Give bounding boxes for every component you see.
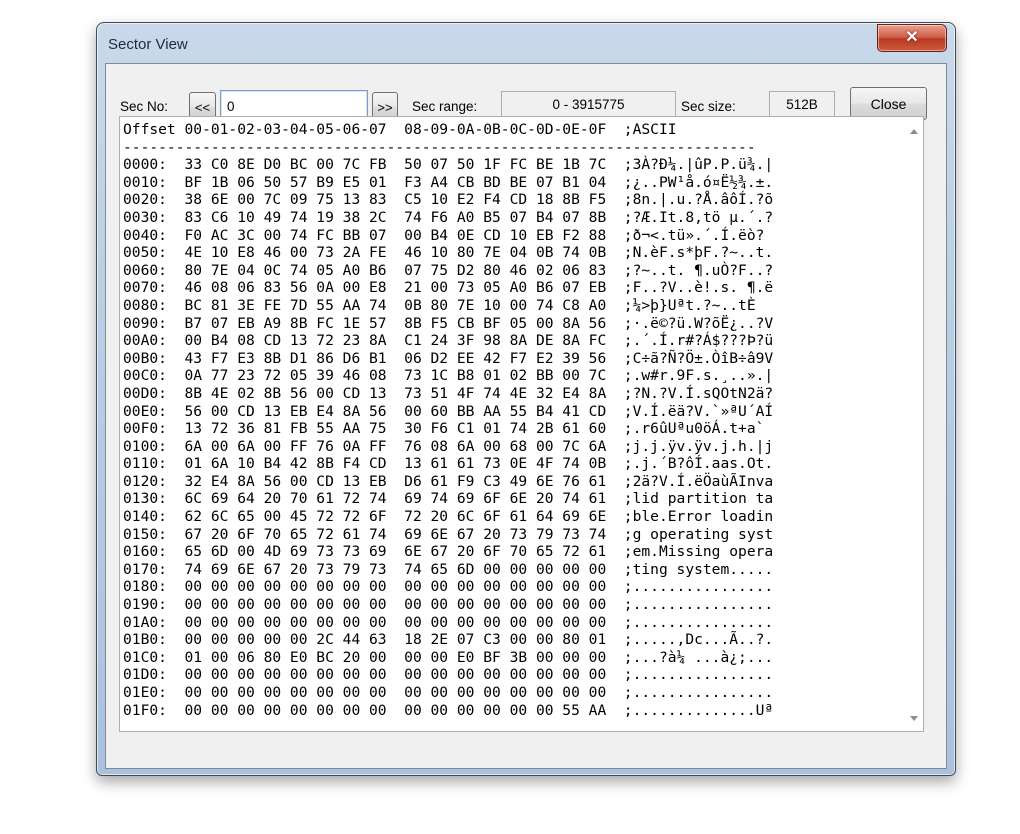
hex-row: 00E0: 56 00 CD 13 EB E4 8A 56 00 60 BB A… — [123, 402, 774, 420]
hex-row: 0180: 00 00 00 00 00 00 00 00 00 00 00 0… — [123, 578, 774, 596]
hex-dump-text: Offset 00-01-02-03-04-05-06-07 08-09-0A-… — [120, 117, 905, 731]
hex-row: 01F0: 00 00 00 00 00 00 00 00 00 00 00 0… — [123, 701, 774, 719]
hex-row: 0020: 38 6E 00 7C 09 75 13 83 C5 10 E2 F… — [123, 191, 774, 209]
hex-row: 01E0: 00 00 00 00 00 00 00 00 00 00 00 0… — [123, 684, 774, 701]
hex-row: 0030: 83 C6 10 49 74 19 38 2C 74 F6 A0 B… — [123, 208, 774, 226]
hex-row: 00C0: 0A 77 23 72 05 39 46 08 73 1C B8 0… — [123, 367, 774, 385]
hex-row: 00A0: 00 B4 08 CD 13 72 23 8A C1 24 3F 9… — [123, 332, 774, 350]
hex-row: 01D0: 00 00 00 00 00 00 00 00 00 00 00 0… — [123, 666, 774, 684]
hex-row: 0060: 80 7E 04 0C 74 05 A0 B6 07 75 D2 8… — [123, 261, 774, 279]
scroll-up-icon[interactable] — [910, 129, 918, 134]
hex-row: 0120: 32 E4 8A 56 00 CD 13 EB D6 61 F9 C… — [123, 472, 774, 490]
hex-row: 0160: 65 6D 00 4D 69 73 73 69 6E 67 20 6… — [123, 543, 774, 561]
hex-row: 0090: B7 07 EB A9 8B FC 1E 57 8B F5 CB B… — [123, 314, 774, 332]
hex-row: 0130: 6C 69 64 20 70 61 72 74 69 74 69 6… — [123, 490, 774, 508]
sector-range-value: 0 - 3915775 — [501, 91, 676, 118]
vertical-scrollbar[interactable] — [906, 117, 923, 731]
hex-row: 0000: 33 C0 8E D0 BC 00 7C FB 50 07 50 1… — [123, 156, 774, 174]
sector-size-value: 512B — [769, 91, 835, 118]
hex-row: 0050: 4E 10 E8 46 00 73 2A FE 46 10 80 7… — [123, 244, 774, 262]
hex-row: 00D0: 8B 4E 02 8B 56 00 CD 13 73 51 4F 7… — [123, 384, 774, 402]
sec-no-label: Sec No: — [120, 99, 169, 114]
hex-row: 0110: 01 6A 10 B4 42 8B F4 CD 13 61 61 7… — [123, 455, 774, 473]
close-icon: ✕ — [905, 29, 919, 46]
hex-rows: 0000: 33 C0 8E D0 BC 00 7C FB 50 07 50 1… — [123, 156, 905, 719]
hex-row: 0070: 46 08 06 83 56 0A 00 E8 21 00 73 0… — [123, 279, 774, 297]
window-title: Sector View — [108, 36, 188, 53]
hex-row: 01C0: 01 00 06 80 E0 BC 20 00 00 00 E0 B… — [123, 648, 774, 666]
hex-row: 0010: BF 1B 06 50 57 B9 E5 01 F3 A4 CB B… — [123, 173, 774, 191]
hex-row: 0170: 74 69 6E 67 20 73 79 73 74 65 6D 0… — [123, 560, 774, 578]
sec-range-label: Sec range: — [412, 99, 478, 114]
hex-row: 0190: 00 00 00 00 00 00 00 00 00 00 00 0… — [123, 596, 774, 614]
dialog-client-area: Sec No: << >> Sec range: 0 - 3915775 Sec… — [105, 63, 947, 769]
sector-view-window: Sector View ✕ Sec No: << >> Sec range: 0… — [96, 22, 956, 776]
hex-separator: ----------------------------------------… — [123, 138, 756, 156]
title-bar[interactable]: Sector View ✕ — [97, 23, 955, 63]
hex-row: 0100: 6A 00 6A 00 FF 76 0A FF 76 08 6A 0… — [123, 437, 774, 455]
hex-row: 0080: BC 81 3E FE 7D 55 AA 74 0B 80 7E 1… — [123, 296, 765, 314]
hex-header: Offset 00-01-02-03-04-05-06-07 08-09-0A-… — [123, 121, 677, 138]
hex-row: 0040: F0 AC 3C 00 74 FC BB 07 00 B4 0E C… — [123, 226, 765, 244]
hex-row: 01A0: 00 00 00 00 00 00 00 00 00 00 00 0… — [123, 613, 774, 631]
hex-dump-panel[interactable]: Offset 00-01-02-03-04-05-06-07 08-09-0A-… — [119, 116, 924, 732]
hex-row: 0150: 67 20 6F 70 65 72 61 74 69 6E 67 2… — [123, 525, 774, 543]
hex-row: 0140: 62 6C 65 00 45 72 72 6F 72 20 6C 6… — [123, 508, 774, 526]
scroll-down-icon[interactable] — [910, 716, 918, 721]
hex-row: 00F0: 13 72 36 81 FB 55 AA 75 30 F6 C1 0… — [123, 420, 765, 438]
hex-row: 00B0: 43 F7 E3 8B D1 86 D6 B1 06 D2 EE 4… — [123, 349, 774, 367]
window-close-button[interactable]: ✕ — [877, 24, 947, 52]
sec-size-label: Sec size: — [681, 99, 736, 114]
hex-row: 01B0: 00 00 00 00 00 2C 44 63 18 2E 07 C… — [123, 631, 774, 649]
sector-toolbar: Sec No: << >> Sec range: 0 - 3915775 Sec… — [106, 64, 946, 122]
